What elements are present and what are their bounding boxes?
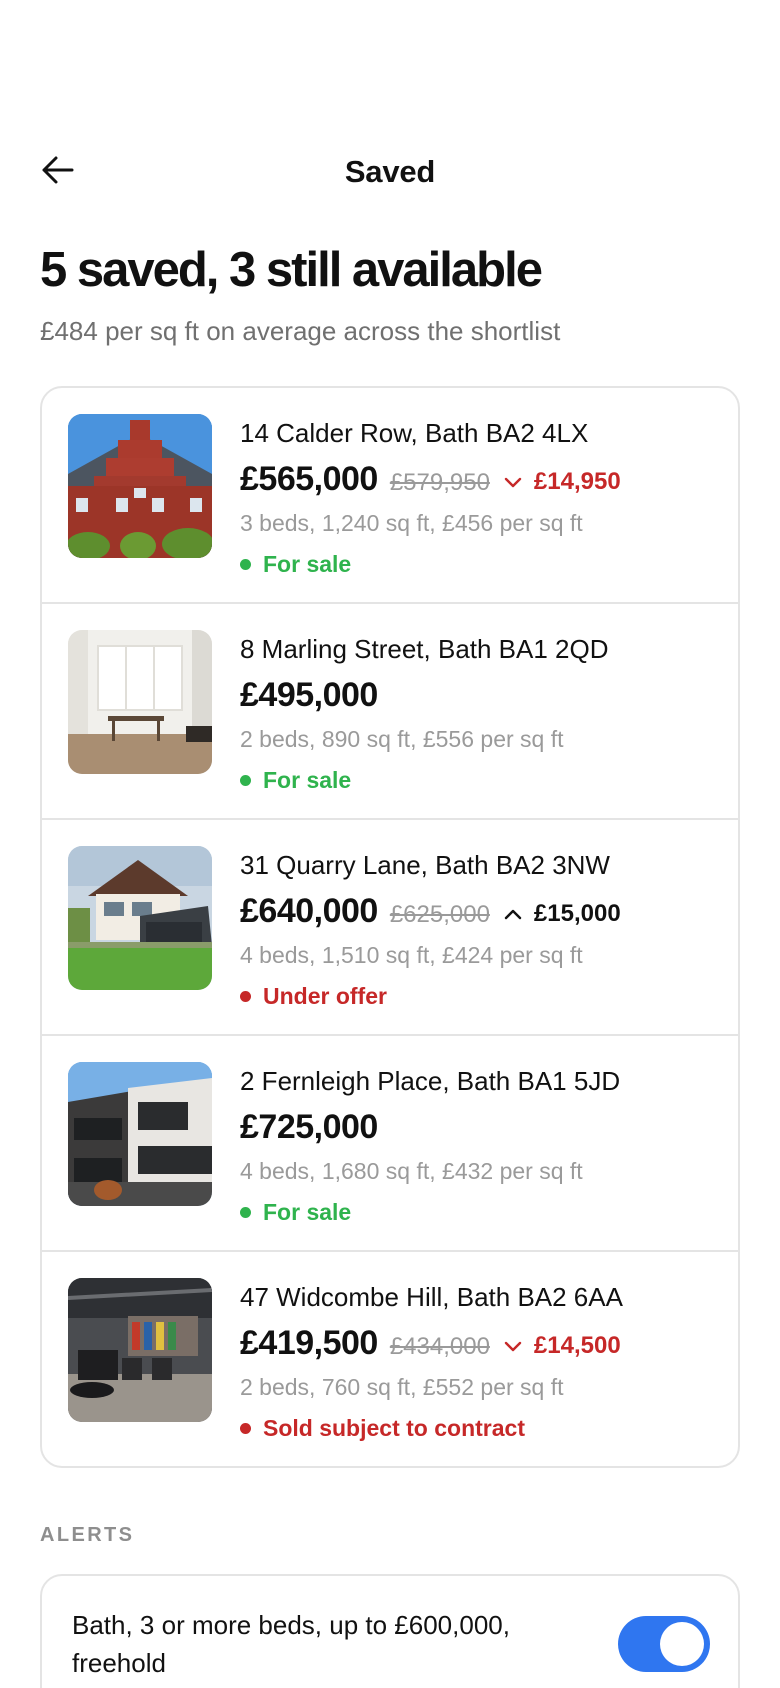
status-dot-icon <box>240 774 251 786</box>
status-badge: Under offer <box>240 980 387 1012</box>
listing-price-line: £565,000 £579,950 £14,950 <box>240 460 621 504</box>
listing-row[interactable]: 31 Quarry Lane, Bath BA2 3NW £640,000 £6… <box>42 820 738 1036</box>
listing-price: £419,500 <box>240 1324 378 1362</box>
listing-price-line: £725,000 <box>240 1108 378 1152</box>
alert-criteria: Bath, 3 or more beds, up to £600,000, fr… <box>72 1610 510 1678</box>
listing-address: 47 Widcombe Hill, Bath BA2 6AA <box>240 1282 623 1312</box>
status-badge: For sale <box>240 548 351 580</box>
status-dot-icon <box>240 990 251 1002</box>
listing-address: 14 Calder Row, Bath BA2 4LX <box>240 418 589 448</box>
bright-interior-photo <box>68 630 212 774</box>
chevron-down-icon <box>504 476 534 488</box>
listing-price-line: £640,000 £625,000 £15,000 <box>240 892 621 936</box>
status-label: Under offer <box>263 983 387 1009</box>
listing-address: 31 Quarry Lane, Bath BA2 3NW <box>240 850 610 880</box>
status-badge: For sale <box>240 764 351 796</box>
alert-toggle[interactable] <box>618 1616 710 1672</box>
alerts-section-label: ALERTS <box>40 1524 135 1546</box>
alert-card: Bath, 3 or more beds, up to £600,000, fr… <box>40 1574 740 1688</box>
listing-details: 2 beds, 760 sq ft, £552 per sq ft <box>240 1374 564 1400</box>
status-badge: Sold subject to contract <box>240 1412 525 1444</box>
house-with-lawn-photo <box>68 846 212 990</box>
status-label: For sale <box>263 1199 352 1225</box>
listing-price-line: £419,500 £434,000 £14,500 <box>240 1324 621 1368</box>
listing-price: £565,000 <box>240 460 378 498</box>
listing-price: £495,000 <box>240 676 378 714</box>
status-dot-icon <box>240 558 251 570</box>
status-dot-icon <box>240 1422 251 1434</box>
industrial-loft-photo <box>68 1278 212 1422</box>
listing-row[interactable]: 2 Fernleigh Place, Bath BA1 5JD £725,000… <box>42 1036 738 1252</box>
listing-details: 4 beds, 1,680 sq ft, £432 per sq ft <box>240 1158 583 1184</box>
page-title: Saved <box>344 154 436 189</box>
listing-old-price: £625,000 <box>389 901 490 928</box>
brick-townhouse-photo <box>68 414 212 558</box>
listing-address: 8 Marling Street, Bath BA1 2QD <box>240 634 609 664</box>
listing-old-price: £434,000 <box>389 1333 490 1360</box>
price-change-amount: £14,950 <box>533 468 621 495</box>
price-change: £15,000 <box>504 900 621 928</box>
status-label: Sold subject to contract <box>263 1415 525 1441</box>
listing-row[interactable]: 14 Calder Row, Bath BA2 4LX £565,000 £57… <box>42 388 738 604</box>
status-badge: For sale <box>240 1196 351 1228</box>
price-change-amount: £15,000 <box>533 900 621 927</box>
summary-headline: 5 saved, 3 still available <box>40 243 543 297</box>
listing-address: 2 Fernleigh Place, Bath BA1 5JD <box>240 1066 621 1096</box>
status-label: For sale <box>263 551 352 577</box>
price-change: £14,500 <box>504 1332 621 1360</box>
price-change-amount: £14,500 <box>533 1332 621 1359</box>
listing-price: £725,000 <box>240 1108 378 1146</box>
status-label: For sale <box>263 767 352 793</box>
listing-details: 3 beds, 1,240 sq ft, £456 per sq ft <box>240 510 583 536</box>
listing-details: 4 beds, 1,510 sq ft, £424 per sq ft <box>240 942 583 968</box>
modern-house-photo <box>68 1062 212 1206</box>
top-bar: Saved <box>0 140 780 200</box>
listing-price-line: £495,000 <box>240 676 378 720</box>
listing-row[interactable]: 8 Marling Street, Bath BA1 2QD £495,000 … <box>42 604 738 820</box>
listing-old-price: £579,950 <box>389 469 490 496</box>
saved-listings-card: 14 Calder Row, Bath BA2 4LX £565,000 £57… <box>40 386 740 1468</box>
listing-row[interactable]: 47 Widcombe Hill, Bath BA2 6AA £419,500 … <box>42 1252 738 1466</box>
listing-price: £640,000 <box>240 892 378 930</box>
toggle-knob <box>660 1622 704 1666</box>
status-dot-icon <box>240 1206 251 1218</box>
listing-details: 2 beds, 890 sq ft, £556 per sq ft <box>240 726 564 752</box>
chevron-down-icon <box>504 1340 534 1352</box>
price-change: £14,950 <box>504 468 621 496</box>
chevron-up-icon <box>504 908 534 920</box>
summary-subline: £484 per sq ft on average across the sho… <box>40 316 561 346</box>
